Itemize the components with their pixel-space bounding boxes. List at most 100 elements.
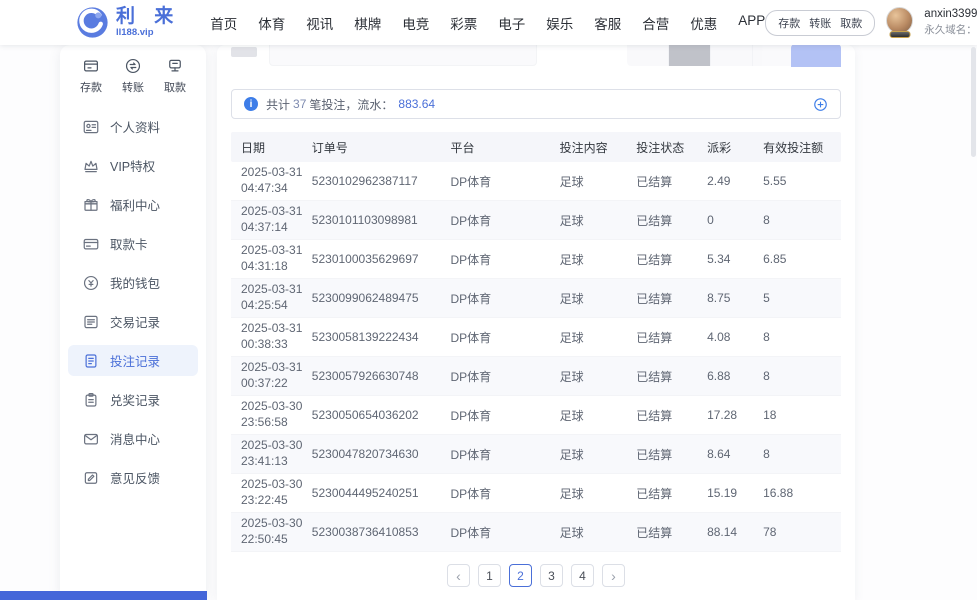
brand-logo[interactable]: 利 来 ll188.vip bbox=[76, 6, 180, 39]
nav-item[interactable]: 首页 bbox=[210, 13, 237, 33]
brand-domain: ll188.vip bbox=[116, 26, 154, 38]
nav-item[interactable]: APP bbox=[738, 13, 765, 33]
nav-item[interactable]: 彩票 bbox=[450, 13, 477, 33]
table-row: 2025-03-30 23:56:58 5230050654036202 DP体育 足球… bbox=[231, 396, 841, 435]
scrollbar-thumb[interactable] bbox=[971, 47, 976, 157]
message-icon bbox=[82, 430, 100, 448]
sidebar-quick-actions: 存款 转账 取款 bbox=[60, 57, 206, 95]
quick-action-deposit[interactable]: 存款 bbox=[80, 57, 102, 95]
cell-platform: DP体育 bbox=[450, 252, 492, 267]
brand-name: 利 来 bbox=[116, 6, 181, 28]
filter-range-tab[interactable] bbox=[627, 45, 669, 66]
filter-date-label bbox=[231, 47, 257, 57]
cell-payout: 5.34 bbox=[707, 252, 731, 266]
table-row: 2025-03-30 22:50:45 5230038736410853 DP体育 足球… bbox=[231, 513, 841, 552]
column-header: 平台 bbox=[450, 140, 475, 155]
cell-valid-amount: 8 bbox=[763, 447, 770, 461]
column-header: 日期 bbox=[241, 140, 266, 155]
nav-item[interactable]: 电子 bbox=[498, 13, 525, 33]
sidebar: 存款 转账 取款 个人资料 VIP特权福利中心取款卡我的钱包交易记录投注记录兑奖记录消… bbox=[60, 45, 206, 600]
sidebar-item[interactable]: VIP特权 bbox=[68, 150, 198, 181]
sidebar-item[interactable]: 取款卡 bbox=[68, 228, 198, 259]
plus-circle-icon[interactable] bbox=[813, 97, 828, 112]
cell-status: 已结算 bbox=[636, 252, 673, 267]
page-prev-button[interactable]: ‹ bbox=[447, 564, 470, 587]
pill-action[interactable]: 转账 bbox=[809, 15, 831, 31]
cell-status: 已结算 bbox=[636, 291, 673, 306]
cell-status: 已结算 bbox=[636, 213, 673, 228]
page-button[interactable]: 1 bbox=[478, 564, 501, 587]
sidebar-item-label: 投注记录 bbox=[110, 355, 161, 369]
filter-bar bbox=[231, 45, 841, 67]
cell-order: 5230038736410853 bbox=[311, 525, 419, 539]
permanent-domain: 永久域名：ll188.vip | ll188.... bbox=[924, 24, 977, 37]
cell-order: 5230044495240251 bbox=[311, 486, 419, 500]
cell-platform: DP体育 bbox=[450, 330, 492, 345]
username: anxin3399 bbox=[924, 8, 977, 20]
top-bar: 利 来 ll188.vip 首页 体育 视讯 棋牌 电竞 彩票 电子 娱乐 客服 合营 优惠 APP … bbox=[0, 0, 977, 45]
filter-range-tabs[interactable] bbox=[627, 45, 795, 66]
nav-item[interactable]: 娱乐 bbox=[546, 13, 573, 33]
cell-date: 2025-03-31 04:25:54 bbox=[241, 282, 303, 312]
brand-text: 利 来 ll188.vip bbox=[116, 7, 180, 38]
column-header: 投注状态 bbox=[636, 140, 685, 155]
cell-content: 足球 bbox=[559, 252, 584, 267]
cell-status: 已结算 bbox=[636, 369, 673, 384]
sidebar-item[interactable]: 福利中心 bbox=[68, 189, 198, 220]
nav-item[interactable]: 视讯 bbox=[306, 13, 333, 33]
filter-range-tab[interactable] bbox=[669, 45, 711, 66]
header-right: 存款转账取款 anxin3399 总资产：1363.49元 永久域名：ll188… bbox=[765, 6, 977, 39]
page-button[interactable]: 2 bbox=[509, 564, 532, 587]
quick-action-label: 取款 bbox=[164, 82, 186, 94]
filter-search-button[interactable] bbox=[791, 45, 841, 67]
sidebar-item[interactable]: 消息中心 bbox=[68, 423, 198, 454]
cell-status: 已结算 bbox=[636, 525, 673, 540]
quick-action-withdraw[interactable]: 取款 bbox=[164, 57, 186, 95]
page-button[interactable]: 4 bbox=[571, 564, 594, 587]
cell-valid-amount: 78 bbox=[763, 525, 777, 539]
vip-level-badge bbox=[889, 31, 911, 38]
table-row: 2025-03-31 04:47:34 5230102962387117 DP体育 足球… bbox=[231, 162, 841, 201]
sidebar-item[interactable]: 投注记录 bbox=[68, 345, 198, 376]
sidebar-item[interactable]: 意见反馈 bbox=[68, 462, 198, 493]
page-next-button[interactable]: › bbox=[602, 564, 625, 587]
pill-action[interactable]: 取款 bbox=[840, 15, 862, 31]
cell-payout: 0 bbox=[707, 213, 714, 227]
page-button[interactable]: 3 bbox=[540, 564, 563, 587]
cell-status: 已结算 bbox=[636, 330, 673, 345]
nav-item[interactable]: 优惠 bbox=[690, 13, 717, 33]
cell-platform: DP体育 bbox=[450, 447, 492, 462]
sidebar-item[interactable]: 交易记录 bbox=[68, 306, 198, 337]
nav-item[interactable]: 电竞 bbox=[402, 13, 429, 33]
table-row: 2025-03-31 04:25:54 5230099062489475 DP体育 足球… bbox=[231, 279, 841, 318]
quick-action-transfer[interactable]: 转账 bbox=[122, 57, 144, 95]
sidebar-item[interactable]: 我的钱包 bbox=[68, 267, 198, 298]
cell-platform: DP体育 bbox=[450, 486, 492, 501]
nav-item[interactable]: 合营 bbox=[642, 13, 669, 33]
filter-date-input[interactable] bbox=[269, 45, 537, 66]
feedback-icon bbox=[82, 469, 100, 487]
nav-item[interactable]: 客服 bbox=[594, 13, 621, 33]
gift-icon bbox=[82, 196, 100, 214]
cell-date: 2025-03-30 23:41:13 bbox=[241, 438, 303, 468]
cell-content: 足球 bbox=[559, 174, 584, 189]
cell-payout: 8.64 bbox=[707, 447, 731, 461]
user-avatar[interactable] bbox=[886, 7, 914, 38]
sidebar-item[interactable]: 个人资料 bbox=[68, 111, 198, 142]
filter-range-tab[interactable] bbox=[753, 45, 795, 66]
cell-date: 2025-03-31 04:37:14 bbox=[241, 204, 303, 234]
cell-order: 5230047820734630 bbox=[311, 447, 419, 461]
cell-content: 足球 bbox=[559, 408, 584, 423]
avatar-image bbox=[886, 7, 914, 34]
filter-range-tab[interactable] bbox=[711, 45, 753, 66]
cell-status: 已结算 bbox=[636, 447, 673, 462]
summary-prefix: 共计 bbox=[266, 97, 291, 112]
cell-valid-amount: 8 bbox=[763, 330, 770, 344]
cell-valid-amount: 8 bbox=[763, 369, 770, 383]
sidebar-item[interactable]: 兑奖记录 bbox=[68, 384, 198, 415]
nav-item[interactable]: 棋牌 bbox=[354, 13, 381, 33]
transfer-icon bbox=[124, 57, 142, 75]
redeem-record-icon bbox=[82, 391, 100, 409]
pill-action[interactable]: 存款 bbox=[778, 15, 800, 31]
nav-item[interactable]: 体育 bbox=[258, 13, 285, 33]
